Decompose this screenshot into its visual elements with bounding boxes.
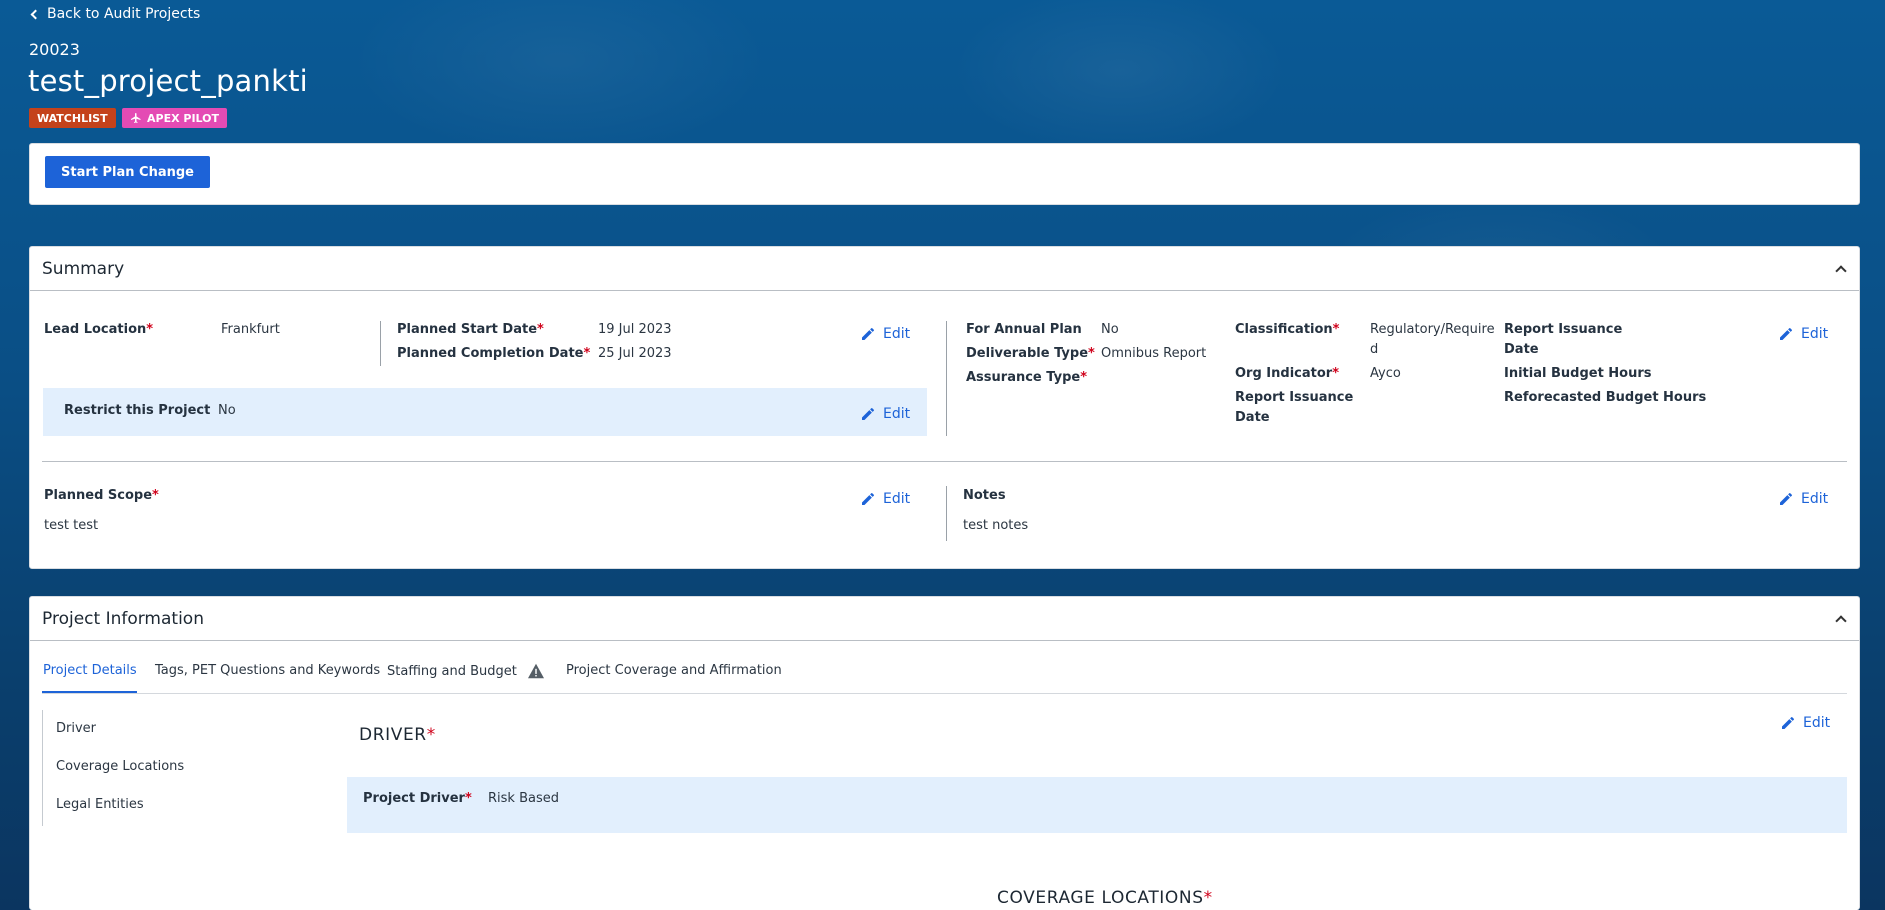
- apex-pilot-badge-label: APEX PILOT: [147, 111, 220, 125]
- edit-label: Edit: [883, 406, 911, 422]
- restrict-project-label: Restrict this Project: [64, 403, 211, 418]
- back-link-label: Back to Audit Projects: [47, 6, 201, 22]
- planned-start-date-value: 19 Jul 2023: [598, 322, 672, 337]
- classification-label: Classification*: [1235, 322, 1340, 337]
- planned-completion-date-value: 25 Jul 2023: [598, 346, 672, 361]
- section-divider: [42, 461, 1847, 462]
- tab-divider: [42, 693, 1847, 694]
- org-indicator-value: Ayco: [1370, 366, 1401, 381]
- project-number: 20023: [29, 40, 80, 59]
- plan-change-bar: Start Plan Change: [29, 143, 1860, 205]
- chevron-up-icon[interactable]: [1835, 264, 1847, 277]
- side-nav-coverage-locations[interactable]: Coverage Locations: [56, 759, 184, 774]
- report-issuance-date-label: Report Issuance Date: [1235, 390, 1354, 425]
- watchlist-badge-label: WATCHLIST: [37, 111, 108, 125]
- summary-card: Summary Lead Location* Frankfurt Planned…: [29, 246, 1860, 569]
- tab-project-details[interactable]: Project Details: [43, 663, 137, 678]
- driver-section-title: DRIVER*: [359, 725, 436, 745]
- watchlist-badge: WATCHLIST: [29, 108, 116, 128]
- edit-dates-button[interactable]: Edit: [860, 326, 910, 342]
- notes-label: Notes: [963, 488, 1006, 503]
- deliverable-type-value: Omnibus Report: [1101, 346, 1207, 361]
- project-information-title: Project Information: [42, 608, 204, 629]
- edit-driver-button[interactable]: Edit: [1780, 715, 1830, 731]
- pencil-icon: [862, 492, 875, 505]
- initial-budget-hours-label: Initial Budget Hours: [1504, 366, 1652, 381]
- project-driver-row: [347, 777, 1847, 833]
- planned-scope-label: Planned Scope*: [44, 488, 159, 503]
- start-plan-change-button[interactable]: Start Plan Change: [45, 156, 210, 188]
- project-driver-label: Project Driver*: [363, 791, 472, 806]
- planned-start-date-label: Planned Start Date*: [397, 322, 544, 337]
- project-driver-value: Risk Based: [488, 791, 559, 806]
- edit-notes-button[interactable]: Edit: [1778, 491, 1828, 507]
- edit-label: Edit: [1803, 715, 1831, 731]
- apex-pilot-badge: APEX PILOT: [122, 108, 228, 128]
- pencil-icon: [862, 327, 875, 340]
- pencil-icon: [1780, 327, 1793, 340]
- side-nav-driver[interactable]: Driver: [56, 721, 96, 736]
- side-nav-legal-entities[interactable]: Legal Entities: [56, 797, 144, 812]
- edit-label: Edit: [1801, 491, 1829, 507]
- planned-scope-value: test test: [44, 518, 99, 533]
- edit-label: Edit: [883, 326, 911, 342]
- summary-title: Summary: [42, 258, 125, 279]
- chevron-left-icon: [30, 9, 41, 19]
- edit-label: Edit: [1801, 326, 1829, 342]
- edit-scope-button[interactable]: Edit: [860, 491, 910, 507]
- project-information-header[interactable]: Project Information: [30, 597, 1859, 641]
- coverage-locations-section-title: COVERAGE LOCATIONS*: [997, 888, 1213, 908]
- deliverable-type-label: Deliverable Type*: [966, 346, 1095, 361]
- lead-location-label: Lead Location*: [44, 322, 154, 337]
- lead-location-value: Frankfurt: [221, 322, 280, 337]
- project-information-card: Project Information Project Details Tags…: [29, 596, 1860, 910]
- notes-value: test notes: [963, 518, 1029, 533]
- summary-header[interactable]: Summary: [30, 247, 1859, 291]
- edit-classification-button[interactable]: Edit: [1778, 326, 1828, 342]
- edit-label: Edit: [883, 491, 911, 507]
- tab-project-coverage[interactable]: Project Coverage and Affirmation: [566, 663, 782, 678]
- restrict-project-value: No: [218, 403, 236, 418]
- for-annual-plan-label: For Annual Plan: [966, 322, 1082, 337]
- for-annual-plan-value: No: [1101, 322, 1119, 337]
- divider: [946, 486, 947, 541]
- planned-completion-date-label: Planned Completion Date*: [397, 346, 591, 361]
- warning-icon: [527, 663, 544, 679]
- tab-staffing-budget[interactable]: Staffing and Budget: [387, 663, 545, 679]
- edit-restrict-button[interactable]: Edit: [860, 406, 910, 422]
- divider: [380, 321, 381, 366]
- tab-staffing-budget-label: Staffing and Budget: [387, 663, 517, 679]
- classification-value: Regulatory/Require d: [1370, 322, 1495, 357]
- page-title: test_project_pankti: [28, 64, 308, 98]
- assurance-type-label: Assurance Type*: [966, 370, 1088, 385]
- airplane-icon: [131, 113, 141, 123]
- reforecasted-budget-hours-label: Reforecasted Budget Hours: [1504, 390, 1707, 405]
- pencil-icon: [1780, 492, 1793, 505]
- chevron-up-icon[interactable]: [1835, 614, 1847, 627]
- pencil-icon: [862, 407, 875, 420]
- pencil-icon: [1782, 716, 1795, 729]
- side-nav-rail: [42, 710, 43, 826]
- tab-tags-pet-questions[interactable]: Tags, PET Questions and Keywords: [155, 663, 380, 678]
- report-issuance-date-label-right: Report Issuance Date: [1504, 322, 1623, 357]
- back-link[interactable]: Back to Audit Projects: [30, 6, 201, 22]
- org-indicator-label: Org Indicator*: [1235, 366, 1339, 381]
- divider: [946, 321, 947, 436]
